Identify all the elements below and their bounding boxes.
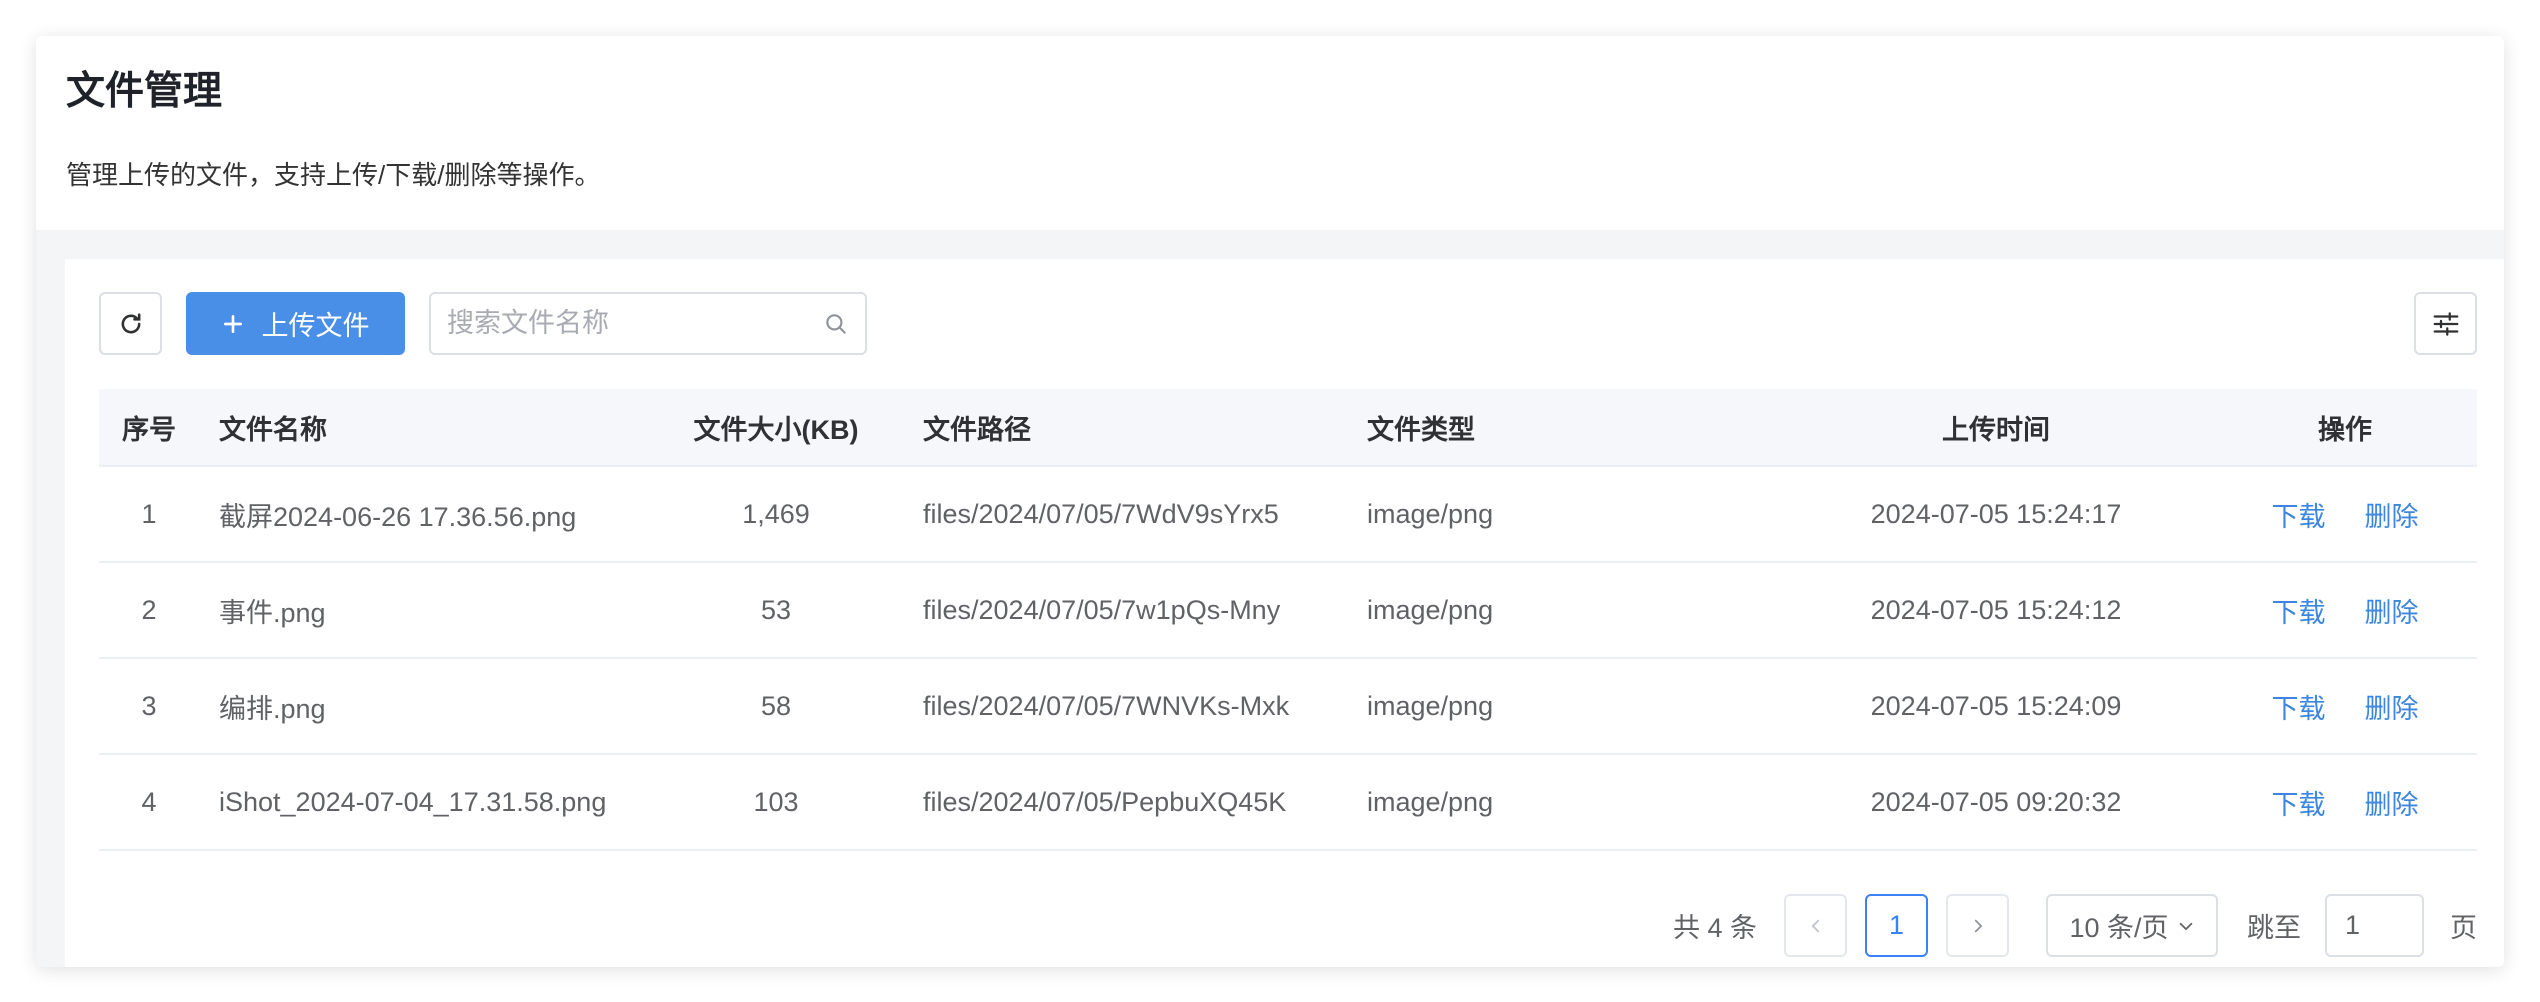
table-header-row: 序号 文件名称 文件大小(KB) 文件路径 文件类型 上传时间 操作 [99,389,2477,467]
table-row: 3 编排.png 58 files/2024/07/05/7WNVKs-Mxk … [99,659,2477,755]
table-row: 2 事件.png 53 files/2024/07/05/7w1pQs-Mny … [99,563,2477,659]
upload-file-button[interactable]: 上传文件 [186,292,405,355]
row-file-size: 1,469 [742,498,810,529]
chevron-down-icon [2179,922,2192,930]
table-row: 4 iShot_2024-07-04_17.31.58.png 103 file… [99,755,2477,851]
row-file-path: files/2024/07/05/7WNVKs-Mxk [923,690,1290,721]
row-upload-time: 2024-07-05 15:24:12 [1870,594,2122,625]
download-link[interactable]: 下载 [2272,591,2326,630]
row-file-type: image/png [1367,786,1494,817]
pagination: 共 4 条 1 10 条/页 跳至 页 [1673,894,2477,957]
row-index: 1 [141,498,157,529]
page-size-value: 10 条/页 [2069,913,2169,943]
row-file-path: files/2024/07/05/7WdV9sYrx5 [923,498,1279,529]
row-file-size: 58 [760,690,792,721]
file-management-card: 文件管理 管理上传的文件，支持上传/下载/删除等操作。 上传文件 搜索文件名称 … [36,36,2504,967]
column-header-size[interactable]: 文件大小(KB) [680,408,872,447]
prev-page-button[interactable] [1784,894,1847,957]
delete-link[interactable]: 删除 [2365,783,2419,822]
row-actions: 下载 删除 [2213,591,2477,630]
column-settings-icon [2433,311,2458,336]
row-file-path: files/2024/07/05/7w1pQs-Mny [923,594,1281,625]
download-link[interactable]: 下载 [2272,687,2326,726]
row-file-name: 截屏2024-06-26 17.36.56.png [219,501,577,532]
file-table: 序号 文件名称 文件大小(KB) 文件路径 文件类型 上传时间 操作 1 截屏2… [99,389,2477,851]
download-link[interactable]: 下载 [2272,783,2326,822]
page-number-button[interactable]: 1 [1865,894,1928,957]
page-size-select[interactable]: 10 条/页 [2046,894,2218,957]
refresh-icon [121,312,140,333]
row-file-size: 103 [753,786,799,817]
row-upload-time: 2024-07-05 15:24:09 [1870,690,2122,721]
row-actions: 下载 删除 [2213,495,2477,534]
content-panel: 上传文件 序号 文件名称 文件大小(KB) 文件路径 文件类型 上传时间 [65,259,2504,967]
search-box[interactable] [429,292,867,355]
row-file-name: 编排.png [219,693,326,724]
search-input[interactable] [447,308,823,339]
jump-to-page-input[interactable] [2325,894,2424,957]
chevron-right-icon [1974,919,1982,932]
row-upload-time: 2024-07-05 09:20:32 [1870,786,2122,817]
delete-link[interactable]: 删除 [2365,687,2419,726]
row-index: 2 [141,594,157,625]
column-header-index[interactable]: 序号 [99,408,199,447]
plus-icon [223,314,242,333]
delete-link[interactable]: 删除 [2365,495,2419,534]
page-title: 文件管理 [66,70,223,113]
pagination-total: 共 4 条 [1672,913,1757,943]
column-header-type[interactable]: 文件类型 [1347,408,1779,447]
jump-to-label: 跳至 [2247,913,2301,943]
row-file-type: image/png [1367,498,1494,529]
column-settings-button[interactable] [2414,292,2477,355]
row-file-path: files/2024/07/05/PepbuXQ45K [923,786,1287,817]
page-header: 文件管理 管理上传的文件，支持上传/下载/删除等操作。 [36,36,2504,230]
row-file-name: 事件.png [219,597,326,628]
next-page-button[interactable] [1946,894,2009,957]
page-suffix-label: 页 [2450,913,2477,943]
row-actions: 下载 删除 [2213,687,2477,726]
refresh-button[interactable] [99,292,162,355]
search-icon[interactable] [823,311,849,337]
row-index: 4 [141,786,157,817]
table-row: 1 截屏2024-06-26 17.36.56.png 1,469 files/… [99,467,2477,563]
row-file-size: 53 [760,594,792,625]
column-header-name[interactable]: 文件名称 [199,408,680,447]
page-subtitle: 管理上传的文件，支持上传/下载/删除等操作。 [66,160,601,190]
row-file-type: image/png [1367,594,1494,625]
row-index: 3 [141,690,157,721]
row-file-type: image/png [1367,690,1494,721]
row-file-name: iShot_2024-07-04_17.31.58.png [219,786,607,817]
row-actions: 下载 删除 [2213,783,2477,822]
column-header-actions[interactable]: 操作 [2213,408,2477,447]
column-header-path[interactable]: 文件路径 [872,408,1347,447]
download-link[interactable]: 下载 [2272,495,2326,534]
delete-link[interactable]: 删除 [2365,591,2419,630]
column-header-time[interactable]: 上传时间 [1779,408,2213,447]
upload-file-label: 上传文件 [261,311,370,341]
row-upload-time: 2024-07-05 15:24:17 [1870,498,2122,529]
chevron-left-icon [1811,919,1819,932]
